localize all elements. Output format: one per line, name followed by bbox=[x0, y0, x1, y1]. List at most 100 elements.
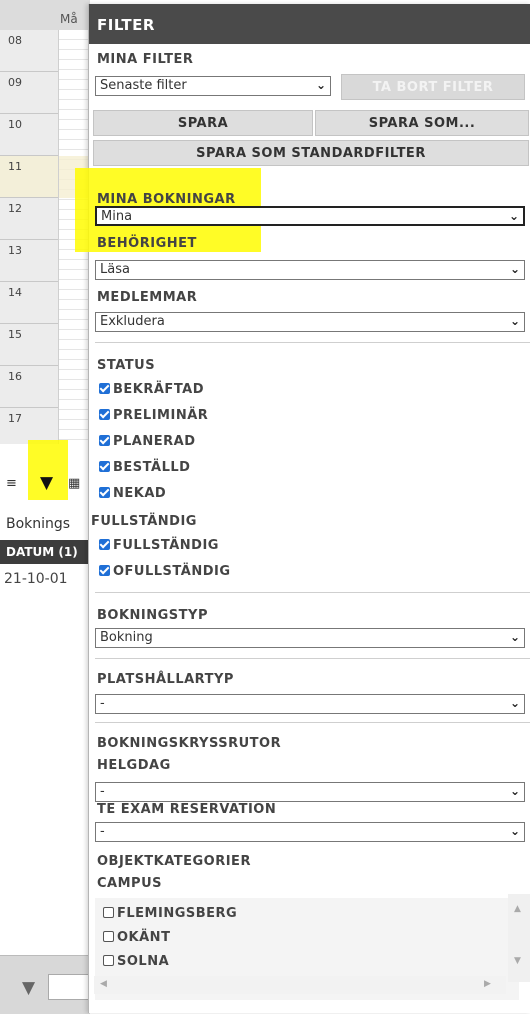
list-view-icon[interactable]: ≡ bbox=[6, 476, 17, 491]
my-bookings-select[interactable]: Mina ⌄ bbox=[95, 206, 525, 226]
booking-checkboxes-label: BOKNINGSKRYSSRUTOR bbox=[97, 736, 282, 751]
complete-label: FULLSTÄNDIG bbox=[91, 514, 197, 529]
booking-type-value: Bokning bbox=[100, 630, 153, 645]
chevron-down-icon: ⌄ bbox=[509, 262, 520, 276]
placeholder-type-value: - bbox=[100, 696, 105, 711]
hour-label: 10 bbox=[0, 114, 58, 156]
checkbox-bestalld[interactable]: BESTÄLLD bbox=[99, 460, 190, 480]
table-row-date[interactable]: 21-10-01 bbox=[4, 571, 68, 587]
hour-label: 09 bbox=[0, 72, 58, 114]
bottom-search-input[interactable] bbox=[48, 974, 90, 1000]
object-categories-label: OBJEKTKATEGORIER bbox=[97, 854, 251, 869]
hour-label: 13 bbox=[0, 240, 58, 282]
permission-select[interactable]: Läsa ⌄ bbox=[95, 260, 525, 280]
holiday-select[interactable]: - ⌄ bbox=[95, 782, 525, 802]
checkbox-checked-icon bbox=[99, 487, 110, 498]
hour-label: 11 bbox=[0, 156, 58, 198]
my-filters-value: Senaste filter bbox=[100, 78, 187, 93]
checkbox-checked-icon bbox=[99, 539, 110, 550]
exam-reservation-select[interactable]: - ⌄ bbox=[95, 822, 525, 842]
filter-icon[interactable]: ▼ bbox=[40, 473, 53, 493]
checkbox-unchecked-icon bbox=[103, 931, 114, 942]
placeholder-type-select[interactable]: - ⌄ bbox=[95, 694, 525, 714]
hour-label: 15 bbox=[0, 324, 58, 366]
hour-column: 08 09 10 11 12 13 14 15 16 17 bbox=[0, 30, 58, 450]
hour-label: 12 bbox=[0, 198, 58, 240]
divider bbox=[95, 658, 530, 659]
chevron-down-icon: ⌄ bbox=[509, 314, 520, 328]
holiday-value: - bbox=[100, 784, 105, 799]
booking-type-select[interactable]: Bokning ⌄ bbox=[95, 628, 525, 648]
table-icon[interactable]: ▦ bbox=[68, 476, 80, 491]
my-bookings-label: MINA BOKNINGAR bbox=[97, 192, 236, 207]
filter-panel-title: FILTER bbox=[89, 4, 530, 44]
hour-label: 16 bbox=[0, 366, 58, 408]
filter-icon[interactable]: ▼ bbox=[22, 978, 35, 998]
checkbox-label: NEKAD bbox=[113, 486, 167, 501]
checkbox-label: PRELIMINÄR bbox=[113, 408, 209, 423]
hour-label: 08 bbox=[0, 30, 58, 72]
chevron-down-icon: ⌄ bbox=[509, 784, 520, 798]
placeholder-type-label: PLATSHÅLLARTYP bbox=[97, 672, 234, 687]
checkbox-fullstandig[interactable]: FULLSTÄNDIG bbox=[99, 538, 219, 558]
chevron-down-icon: ⌄ bbox=[509, 630, 520, 644]
checkbox-ofullstandig[interactable]: OFULLSTÄNDIG bbox=[99, 564, 231, 584]
hour-label: 14 bbox=[0, 282, 58, 324]
scroll-down-icon[interactable]: ▼ bbox=[514, 956, 521, 966]
checkbox-solna[interactable]: SOLNA bbox=[103, 954, 169, 974]
booking-type-label: BOKNINGSTYP bbox=[97, 608, 208, 623]
checkbox-checked-icon bbox=[99, 383, 110, 394]
calendar-header: Må bbox=[0, 0, 90, 31]
checkbox-okant[interactable]: OKÄNT bbox=[103, 930, 170, 950]
chevron-down-icon: ⌄ bbox=[509, 696, 520, 710]
chevron-down-icon: ⌄ bbox=[315, 78, 326, 92]
scroll-left-icon[interactable]: ◀ bbox=[100, 979, 107, 989]
checkbox-label: PLANERAD bbox=[113, 434, 196, 449]
save-as-button[interactable]: SPARA SOM... bbox=[315, 110, 529, 136]
divider bbox=[95, 342, 530, 343]
checkbox-nekad[interactable]: NEKAD bbox=[99, 486, 166, 506]
list-toolbar: ≡ ▼ ▦ bbox=[6, 473, 90, 496]
vertical-scrollbar[interactable]: ▲ ▼ bbox=[508, 894, 530, 982]
filter-panel: FILTER MINA FILTER Senaste filter ⌄ TA B… bbox=[75, 4, 530, 1013]
checkbox-checked-icon bbox=[99, 435, 110, 446]
permission-value: Läsa bbox=[100, 262, 130, 277]
save-default-button[interactable]: SPARA SOM STANDARDFILTER bbox=[93, 140, 529, 166]
scroll-right-icon[interactable]: ▶ bbox=[484, 979, 491, 989]
holiday-label: HELGDAG bbox=[97, 758, 171, 773]
column-header-date[interactable]: DATUM (1) bbox=[0, 540, 90, 564]
checkbox-planerad[interactable]: PLANERAD bbox=[99, 434, 196, 454]
checkbox-label: BESTÄLLD bbox=[113, 460, 191, 475]
chevron-down-icon: ⌄ bbox=[509, 824, 520, 838]
my-filters-select[interactable]: Senaste filter ⌄ bbox=[95, 76, 331, 96]
checkbox-bekraftad[interactable]: BEKRÄFTAD bbox=[99, 382, 204, 402]
checkbox-preliminar[interactable]: PRELIMINÄR bbox=[99, 408, 208, 428]
checkbox-label: BEKRÄFTAD bbox=[113, 382, 205, 397]
remove-filter-button[interactable]: TA BORT FILTER bbox=[341, 74, 525, 100]
checkbox-unchecked-icon bbox=[103, 907, 114, 918]
bookings-label: Boknings bbox=[6, 516, 71, 532]
checkbox-checked-icon bbox=[99, 409, 110, 420]
day-header: Må bbox=[60, 12, 78, 26]
divider bbox=[95, 722, 530, 723]
status-label: STATUS bbox=[97, 358, 156, 373]
members-select[interactable]: Exkludera ⌄ bbox=[95, 312, 525, 332]
save-button[interactable]: SPARA bbox=[93, 110, 313, 136]
horizontal-scrollbar[interactable]: ◀ ▶ bbox=[94, 976, 506, 994]
divider bbox=[95, 592, 530, 593]
my-bookings-value: Mina bbox=[101, 209, 133, 224]
bottom-bar: ▼ bbox=[0, 955, 90, 1014]
exam-reservation-label: TE EXAM RESERVATION bbox=[97, 802, 277, 817]
checkbox-label: FULLSTÄNDIG bbox=[113, 538, 219, 553]
checkbox-flemingsberg[interactable]: FLEMINGSBERG bbox=[103, 906, 237, 926]
campus-label: CAMPUS bbox=[97, 876, 162, 891]
checkbox-label: FLEMINGSBERG bbox=[117, 906, 238, 921]
members-label: MEDLEMMAR bbox=[97, 290, 198, 305]
scroll-up-icon[interactable]: ▲ bbox=[514, 904, 521, 914]
checkbox-label: OFULLSTÄNDIG bbox=[113, 564, 231, 579]
checkbox-checked-icon bbox=[99, 565, 110, 576]
checkbox-unchecked-icon bbox=[103, 955, 114, 966]
members-value: Exkludera bbox=[100, 314, 165, 329]
exam-reservation-value: - bbox=[100, 824, 105, 839]
checkbox-label: SOLNA bbox=[117, 954, 170, 969]
